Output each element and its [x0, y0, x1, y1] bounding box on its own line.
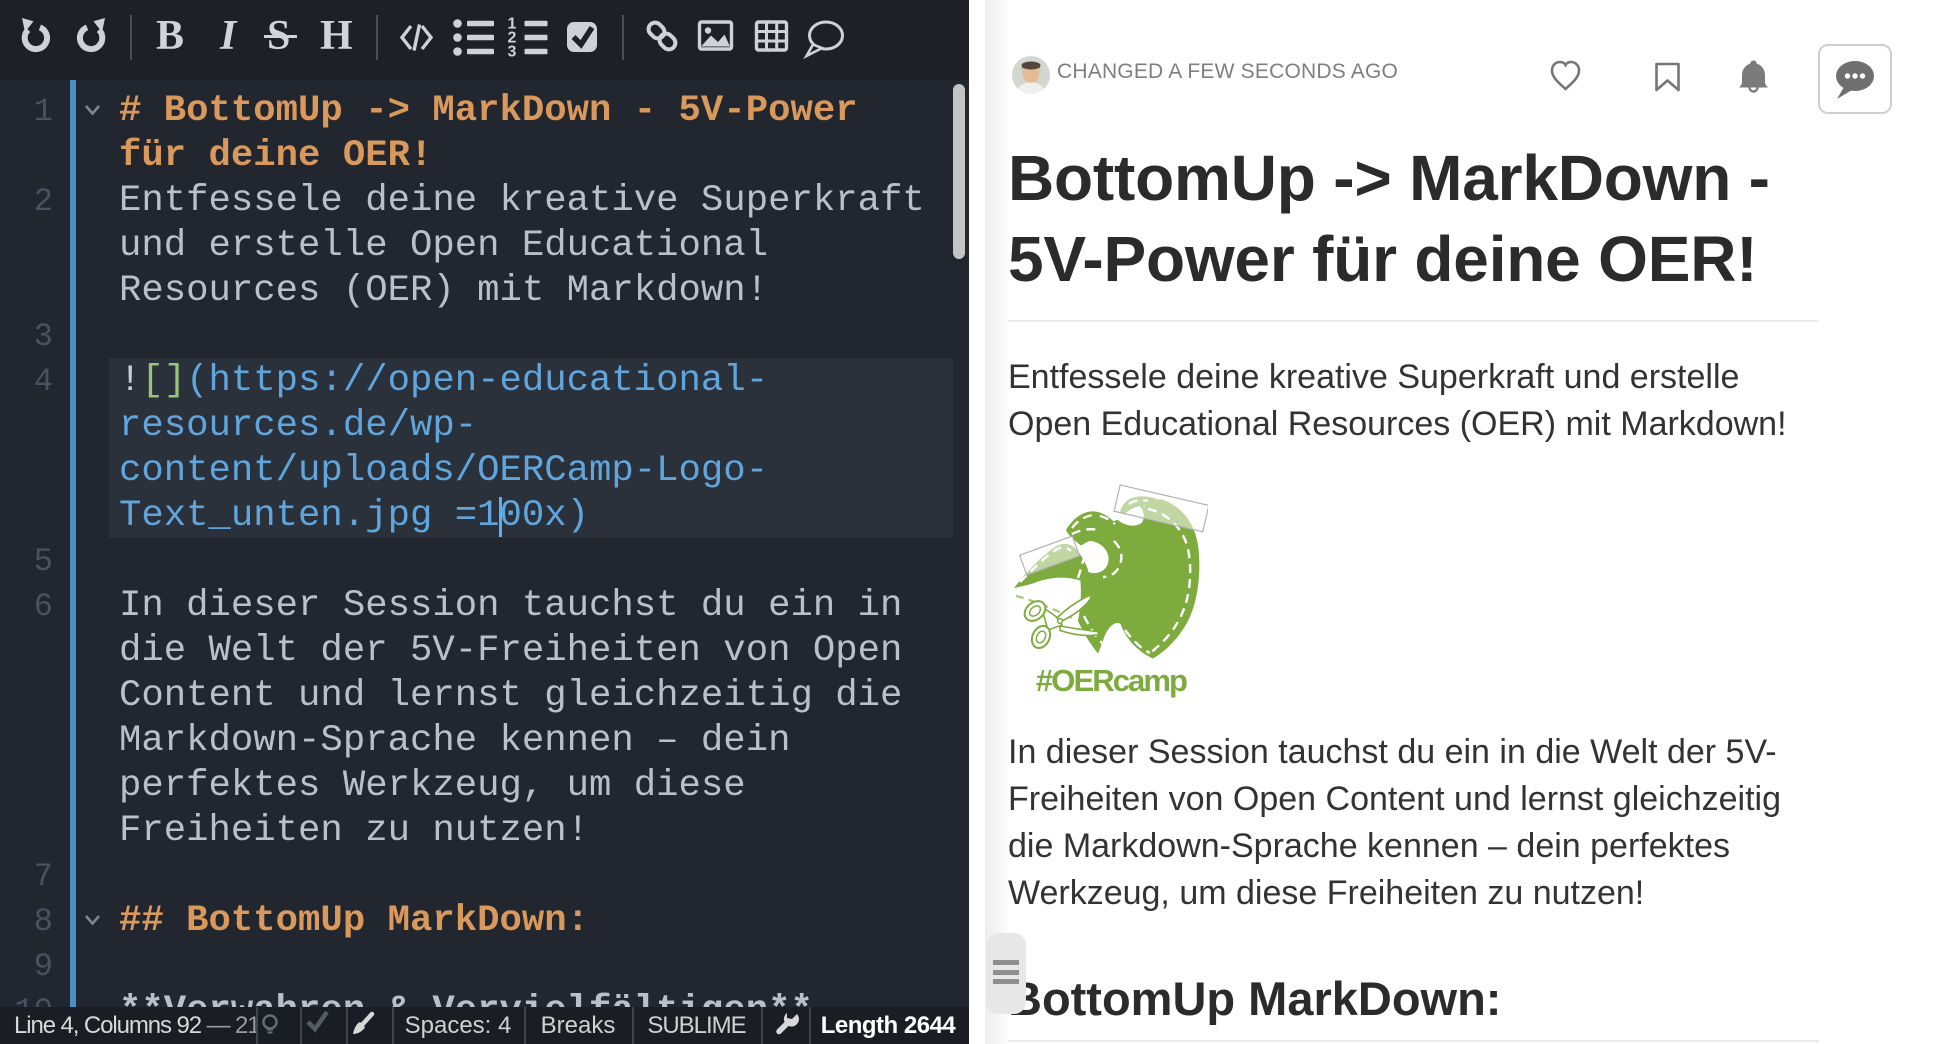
- svg-text:3: 3: [508, 44, 517, 61]
